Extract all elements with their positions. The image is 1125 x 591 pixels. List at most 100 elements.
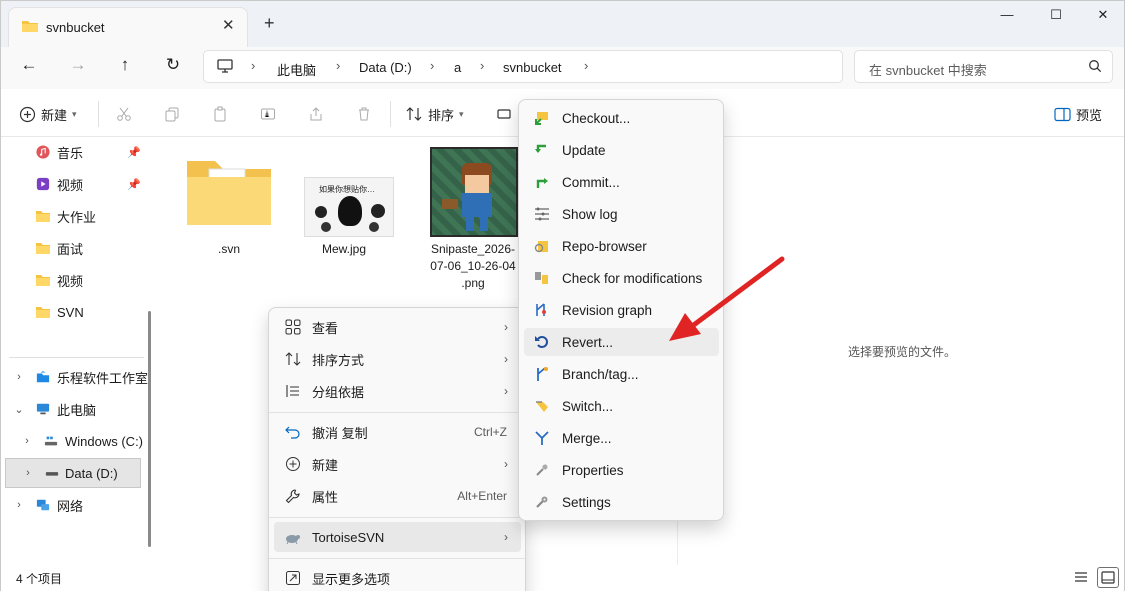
thumbnail-caption: 如果你想贴你…: [319, 185, 375, 194]
sidebar-item-data-d[interactable]: › Data (D:): [5, 458, 141, 488]
tab-close-icon[interactable]: ✕: [222, 16, 235, 34]
undo-icon: [285, 426, 300, 439]
explorer-window: svnbucket ✕ + — ☐ ✕ ← → ↑ ↻ › 此电脑 › Data…: [0, 0, 1125, 591]
sidebar-item-label: 音乐: [57, 145, 84, 161]
preview-empty-text: 选择要预览的文件。: [848, 345, 957, 359]
view-button[interactable]: [497, 103, 511, 125]
sidebar-item-label: 视频: [57, 273, 84, 289]
file-name: .svn: [217, 242, 240, 256]
menu-item-new[interactable]: 新建 ›: [274, 449, 521, 479]
tab-svnbucket[interactable]: svnbucket ✕: [8, 7, 248, 47]
submenu-item-label: Switch...: [562, 398, 614, 414]
delete-icon: [359, 107, 369, 121]
menu-item-sort-by[interactable]: 排序方式 ›: [274, 344, 521, 374]
breadcrumb-separator: ›: [584, 58, 589, 73]
submenu-item-update[interactable]: Update: [524, 136, 719, 164]
merge-icon: [535, 431, 549, 445]
file-item[interactable]: .svn: [181, 151, 277, 261]
submenu-item-branch-tag[interactable]: Branch/tag...: [524, 360, 719, 388]
up-button[interactable]: ↑: [112, 55, 138, 77]
submenu-item-checkout[interactable]: Checkout...: [524, 104, 719, 132]
submenu-item-repo-browser[interactable]: Repo-browser: [524, 232, 719, 260]
address-row: ← → ↑ ↻ › 此电脑 › Data (D:) › a › svnbucke…: [1, 47, 1124, 89]
maximize-button[interactable]: ☐: [1041, 7, 1071, 27]
breadcrumb-separator: ›: [336, 58, 341, 73]
search-input[interactable]: 在 svnbucket 中搜索: [854, 50, 1113, 83]
chevron-right-icon: ›: [504, 530, 508, 544]
rename-button[interactable]: [260, 103, 276, 125]
preview-pane: 选择要预览的文件。: [677, 137, 1124, 565]
chevron-right-icon: ›: [25, 435, 29, 447]
menu-divider: [269, 517, 525, 518]
menu-item-group-by[interactable]: 分组依据 ›: [274, 376, 521, 406]
submenu-item-revision-graph[interactable]: Revision graph: [524, 296, 719, 324]
sidebar-item-label: SVN: [57, 304, 84, 320]
submenu-item-show-log[interactable]: Show log: [524, 200, 719, 228]
preview-button[interactable]: 预览: [1054, 103, 1102, 125]
menu-item-label: 排序方式: [312, 352, 365, 368]
submenu-item-commit[interactable]: Commit...: [524, 168, 719, 196]
address-bar[interactable]: › 此电脑 › Data (D:) › a › svnbucket ›: [203, 50, 843, 83]
sidebar-item-music[interactable]: 音乐 📌: [1, 138, 149, 166]
sort-icon: [406, 107, 422, 121]
menu-item-undo-copy[interactable]: 撤消 复制 Ctrl+Z: [274, 417, 521, 447]
sort-button[interactable]: 排序 ▾: [406, 103, 464, 125]
music-icon: [36, 145, 50, 159]
breadcrumb-data-d[interactable]: Data (D:): [359, 60, 412, 75]
back-button[interactable]: ←: [16, 55, 42, 77]
new-icon: [286, 457, 300, 471]
submenu-item-properties[interactable]: Properties: [524, 456, 719, 484]
cut-button[interactable]: [116, 103, 132, 125]
close-button[interactable]: ✕: [1088, 7, 1118, 27]
minimize-button[interactable]: —: [992, 7, 1022, 27]
submenu-item-label: Branch/tag...: [562, 366, 639, 382]
submenu-item-check-modifications[interactable]: Check for modifications: [524, 264, 719, 292]
search-icon: [1089, 60, 1102, 73]
copy-button[interactable]: [164, 103, 180, 125]
file-item[interactable]: Snipaste_2026- 07-06_10-26-04 .png: [421, 145, 525, 295]
menu-item-show-more-options[interactable]: 显示更多选项: [274, 563, 521, 591]
sidebar-item-folder[interactable]: 面试: [1, 234, 149, 262]
sidebar-item-this-pc[interactable]: ⌄ 此电脑: [1, 395, 149, 423]
details-view-icon[interactable]: [1074, 571, 1088, 583]
folder-icon: [36, 211, 50, 222]
update-icon: [535, 144, 546, 153]
menu-item-tortoisesvn[interactable]: TortoiseSVN ›: [274, 522, 521, 552]
breadcrumb-a[interactable]: a: [454, 60, 461, 75]
sidebar-item-network[interactable]: › 网络: [1, 491, 149, 519]
file-item[interactable]: 如果你想贴你… Mew.jpg: [296, 151, 394, 261]
submenu-item-merge[interactable]: Merge...: [524, 424, 719, 452]
breadcrumb-this-pc[interactable]: 此电脑: [277, 60, 316, 79]
menu-item-label: 分组依据: [312, 384, 365, 400]
switch-icon: [536, 401, 548, 412]
submenu-item-label: Update: [562, 142, 606, 158]
submenu-item-switch[interactable]: Switch...: [524, 392, 719, 420]
group-icon: [286, 385, 299, 397]
new-button[interactable]: 新建 ▾: [19, 103, 77, 125]
breadcrumb-separator: ›: [430, 58, 435, 73]
paste-button[interactable]: [212, 103, 228, 125]
breadcrumb-svnbucket[interactable]: svnbucket: [503, 60, 562, 75]
refresh-button[interactable]: ↻: [160, 55, 186, 77]
pin-icon: 📌: [127, 178, 141, 191]
submenu-item-settings[interactable]: Settings: [524, 488, 719, 516]
sidebar-item-studio[interactable]: › 乐程软件工作室: [1, 363, 149, 391]
divider: [98, 101, 99, 127]
large-icons-view-button[interactable]: [1097, 567, 1119, 588]
sidebar-item-folder[interactable]: 视频: [1, 266, 149, 294]
delete-button[interactable]: [356, 103, 372, 125]
menu-shortcut: Ctrl+Z: [474, 425, 507, 439]
new-tab-button[interactable]: +: [264, 13, 275, 34]
sidebar-item-videos[interactable]: 视频 📌: [1, 170, 149, 198]
sidebar-item-folder[interactable]: SVN: [1, 298, 149, 326]
chevron-right-icon: ›: [504, 384, 508, 398]
sidebar-item-folder[interactable]: 大作业: [1, 202, 149, 230]
menu-item-view[interactable]: 查看 ›: [274, 312, 521, 342]
menu-item-label: 新建: [312, 457, 339, 473]
item-count: 4 个项目: [16, 572, 63, 586]
share-button[interactable]: [308, 103, 324, 125]
sidebar-item-windows-c[interactable]: › Windows (C:): [1, 427, 149, 455]
forward-button[interactable]: →: [65, 55, 91, 77]
menu-item-properties[interactable]: 属性 Alt+Enter: [274, 481, 521, 511]
submenu-item-revert[interactable]: Revert...: [524, 328, 719, 356]
